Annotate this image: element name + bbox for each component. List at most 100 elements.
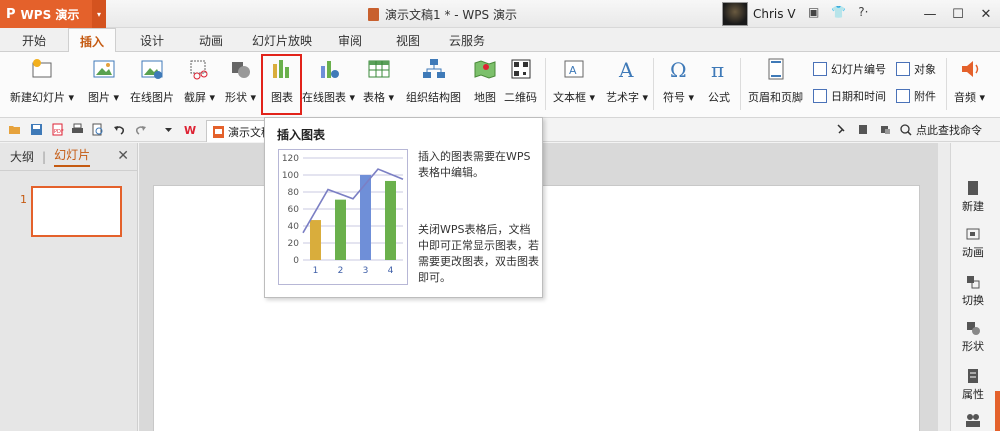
arrange-icon[interactable] xyxy=(879,123,892,136)
task-shape-button[interactable]: 形状 xyxy=(951,321,995,354)
close-icon[interactable]: ✕ xyxy=(117,148,129,164)
attachment-label: 附件 xyxy=(914,90,936,103)
table-icon xyxy=(365,56,393,82)
transition-icon xyxy=(967,276,980,289)
app-menu-button[interactable]: P WPS 演示 xyxy=(0,0,92,28)
command-search[interactable]: 点此查找命令 xyxy=(900,122,982,138)
app-menu-dropdown-icon[interactable]: ▾ xyxy=(92,0,106,28)
close-button[interactable]: ✕ xyxy=(972,0,1000,28)
vertical-scrollbar[interactable] xyxy=(938,143,950,431)
datetime-button[interactable]: 日期和时间 xyxy=(813,88,886,104)
chart-x-tick-label: 1 xyxy=(313,266,319,276)
table-button[interactable]: 表格 ▾ xyxy=(363,56,394,105)
shirt-icon[interactable]: 👕 xyxy=(831,5,846,19)
tooltip-text-2: 关闭WPS表格后，文档中即可正常显示图表，若需要更改图表，双击图表即可。 xyxy=(418,223,539,284)
slide-thumbnail[interactable] xyxy=(31,186,122,237)
ribbon-separator xyxy=(946,58,947,110)
wps-w-icon[interactable]: W xyxy=(184,123,197,136)
export-pdf-icon[interactable]: PDF xyxy=(51,123,64,136)
window-controls: — ☐ ✕ xyxy=(916,0,1000,28)
tooltip-title: 插入图表 xyxy=(277,128,326,142)
symbol-button[interactable]: Ω 符号 ▾ xyxy=(663,56,694,105)
app-name: WPS 演示 xyxy=(20,7,80,22)
table-label: 表格 ▾ xyxy=(363,91,395,104)
tab-slides[interactable]: 幻灯片 xyxy=(54,146,91,167)
task-animation-button[interactable]: 动画 xyxy=(951,227,995,260)
org-chart-icon xyxy=(420,56,448,82)
avatar[interactable] xyxy=(722,2,748,26)
user-account[interactable]: Chris V xyxy=(722,2,796,26)
textbox-button[interactable]: A 文本框 ▾ xyxy=(553,56,595,105)
tab-insert[interactable]: 插入 xyxy=(68,28,117,53)
wordart-button[interactable]: A 艺术字 ▾ xyxy=(606,56,648,105)
tab-cloud[interactable]: 云服务 xyxy=(449,32,485,49)
new-slide-label: 新建幻灯片 ▾ xyxy=(10,91,75,104)
picture-button[interactable]: 图片 ▾ xyxy=(88,56,119,105)
redo-icon[interactable] xyxy=(134,123,147,136)
tab-review[interactable]: 审阅 xyxy=(338,32,362,49)
task-transition-label: 切换 xyxy=(962,294,984,307)
svg-text:π: π xyxy=(711,58,724,80)
screenshot-label: 截屏 ▾ xyxy=(184,91,216,104)
title-icons: ▣ 👕 ?· xyxy=(808,5,868,19)
properties-icon xyxy=(968,369,978,383)
picture-label: 图片 ▾ xyxy=(88,91,120,104)
attachment-button[interactable]: 附件 xyxy=(896,88,936,104)
tab-animation[interactable]: 动画 xyxy=(199,32,223,49)
task-transition-button[interactable]: 切换 xyxy=(951,275,995,308)
screenshot-button[interactable]: 截屏 ▾ xyxy=(184,56,215,105)
chart-bar xyxy=(385,180,396,260)
print-icon[interactable] xyxy=(71,123,84,136)
task-properties-button[interactable]: 属性 xyxy=(951,369,995,402)
customize-dropdown-icon[interactable] xyxy=(162,123,175,136)
tooltip-text-1: 插入的图表需要在WPS表格中编辑。 xyxy=(418,150,531,179)
online-picture-icon xyxy=(138,56,166,82)
chart-y-tick-label: 60 xyxy=(288,205,300,215)
map-button[interactable]: 地图 xyxy=(471,56,499,105)
open-folder-icon[interactable] xyxy=(8,123,21,136)
scissors-icon xyxy=(186,56,214,82)
format-painter-icon[interactable] xyxy=(836,123,849,136)
svg-text:Ω: Ω xyxy=(670,58,687,80)
task-pane-accent xyxy=(995,391,1000,431)
tab-view[interactable]: 视图 xyxy=(396,32,420,49)
task-new-button[interactable]: 新建 xyxy=(951,181,995,214)
audio-button[interactable]: 音频 ▾ xyxy=(954,56,985,105)
datetime-label: 日期和时间 xyxy=(831,90,886,103)
symbol-label: 符号 ▾ xyxy=(663,91,695,104)
header-footer-button[interactable]: 页眉和页脚 xyxy=(748,56,803,105)
help-icon[interactable]: ?· xyxy=(858,5,868,19)
org-chart-button[interactable]: 组织结构图 xyxy=(406,56,461,105)
object-button[interactable]: 对象 xyxy=(896,61,936,77)
print-preview-icon[interactable] xyxy=(91,123,104,136)
save-icon[interactable] xyxy=(30,123,43,136)
tab-outline[interactable]: 大纲 xyxy=(10,148,34,165)
task-pane: 新建 动画 切换 形状 属性 xyxy=(950,143,1000,431)
wordart-icon: A xyxy=(613,56,641,82)
chart-y-tick-label: 20 xyxy=(288,239,300,249)
slide-number-button[interactable]: 幻灯片编号 xyxy=(813,61,886,77)
new-slide-button[interactable]: 新建幻灯片 ▾ xyxy=(10,56,74,105)
tab-slideshow[interactable]: 幻灯片放映 xyxy=(252,32,312,49)
title-bar: P WPS 演示 ▾ 演示文稿1 * - WPS 演示 Chris V ▣ 👕 … xyxy=(0,0,1000,28)
online-chart-button[interactable]: 在线图表 ▾ xyxy=(302,56,355,105)
slide-number-icon xyxy=(813,62,827,76)
qrcode-button[interactable]: 二维码 xyxy=(504,56,537,105)
task-users-button[interactable] xyxy=(951,413,995,430)
user-name[interactable]: Chris V xyxy=(753,7,796,21)
minimize-button[interactable]: — xyxy=(916,0,944,28)
textbox-icon: A xyxy=(560,56,588,82)
paperclip-icon xyxy=(896,89,910,103)
tab-home[interactable]: 开始 xyxy=(22,32,46,49)
shape-fill-icon[interactable] xyxy=(857,123,870,136)
shape-button[interactable]: 形状 ▾ xyxy=(225,56,256,105)
tab-design[interactable]: 设计 xyxy=(140,32,164,49)
undo-icon[interactable] xyxy=(113,123,126,136)
ribbon-separator xyxy=(740,58,741,110)
formula-button[interactable]: π 公式 xyxy=(705,56,733,105)
window-title: 演示文稿1 * - WPS 演示 xyxy=(368,6,517,23)
restore-button[interactable]: ☐ xyxy=(944,0,972,28)
skin-icon[interactable]: ▣ xyxy=(808,5,819,19)
online-picture-button[interactable]: 在线图片 xyxy=(130,56,174,105)
slide-number: 1 xyxy=(20,193,27,206)
